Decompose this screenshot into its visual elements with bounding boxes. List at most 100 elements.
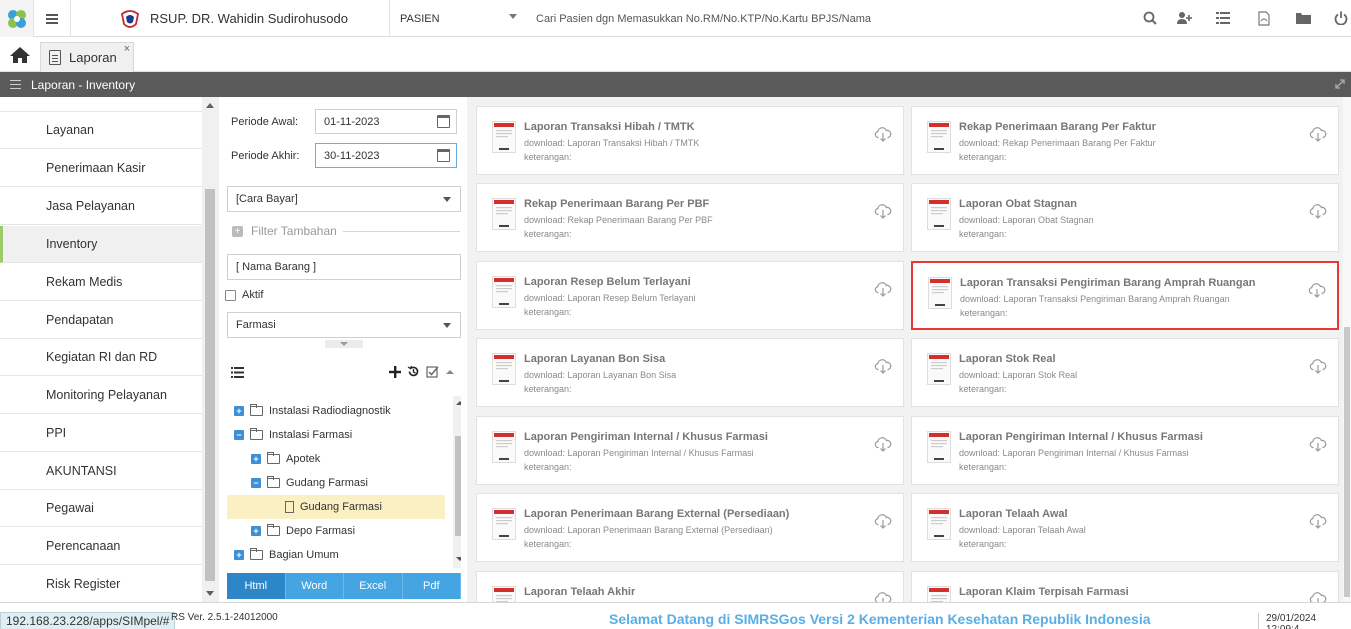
calendar-icon[interactable] bbox=[437, 115, 450, 128]
tree-item-gudang-farmasi[interactable]: Gudang Farmasi bbox=[227, 495, 445, 519]
export-html-button[interactable]: Html bbox=[227, 573, 286, 599]
sidebar-item-kegiatan-ri-rd[interactable]: Kegiatan RI dan RD bbox=[0, 339, 202, 376]
expand-icon[interactable] bbox=[1335, 79, 1345, 89]
aktif-checkbox-row[interactable]: Aktif bbox=[225, 289, 263, 301]
report-card[interactable]: Laporan Obat Stagnan download: Laporan Ob… bbox=[911, 183, 1339, 252]
scroll-up-icon[interactable] bbox=[453, 398, 461, 408]
scroll-down-icon[interactable] bbox=[453, 554, 461, 564]
cara-bayar-select[interactable]: [Cara Bayar] bbox=[227, 186, 461, 212]
unit-select[interactable]: Farmasi bbox=[227, 312, 461, 338]
collapse-icon[interactable]: − bbox=[234, 430, 244, 440]
sidebar-scrollbar[interactable] bbox=[202, 97, 219, 602]
sidebar-item-akuntansi[interactable]: AKUNTANSI bbox=[0, 453, 202, 490]
filter-tambahan-toggle[interactable]: + Filter Tambahan bbox=[232, 223, 460, 239]
report-title[interactable]: Rekap Penerimaan Barang Per Faktur bbox=[959, 121, 1156, 133]
search-icon[interactable] bbox=[1142, 10, 1158, 26]
cloud-download-icon[interactable] bbox=[1308, 281, 1326, 299]
add-icon[interactable] bbox=[389, 365, 401, 378]
report-title[interactable]: Laporan Obat Stagnan bbox=[959, 198, 1077, 210]
tree-scrollbar[interactable] bbox=[453, 396, 461, 568]
report-title[interactable]: Laporan Penerimaan Barang External (Pers… bbox=[524, 508, 789, 520]
report-title[interactable]: Laporan Transaksi Pengiriman Barang Ampr… bbox=[960, 277, 1255, 289]
report-title[interactable]: Laporan Transaksi Hibah / TMTK bbox=[524, 121, 695, 133]
sidebar-item-jasa-pelayanan[interactable]: Jasa Pelayanan bbox=[0, 188, 202, 225]
scroll-up-icon[interactable] bbox=[206, 103, 214, 108]
cloud-download-icon[interactable] bbox=[1309, 125, 1327, 143]
scroll-down-icon[interactable] bbox=[206, 591, 214, 596]
collapse-handle[interactable] bbox=[325, 340, 363, 348]
tab-laporan[interactable]: Laporan × bbox=[40, 42, 134, 72]
sidebar-item-rekam-medis[interactable]: Rekam Medis bbox=[0, 264, 202, 301]
tree-item-apotek[interactable]: + Apotek bbox=[227, 447, 445, 471]
report-title[interactable]: Laporan Pengiriman Internal / Khusus Far… bbox=[524, 431, 768, 443]
expand-icon[interactable]: + bbox=[251, 454, 261, 464]
scrollbar-thumb[interactable] bbox=[1344, 327, 1350, 597]
hamburger-icon[interactable] bbox=[10, 80, 21, 89]
check-square-icon[interactable] bbox=[426, 365, 439, 378]
nama-barang-input[interactable]: [ Nama Barang ] bbox=[227, 254, 461, 280]
tree-item-bagian-umum[interactable]: + Bagian Umum bbox=[227, 543, 445, 567]
sidebar-item-layanan[interactable]: Layanan bbox=[0, 112, 202, 149]
report-title[interactable]: Laporan Layanan Bon Sisa bbox=[524, 353, 665, 365]
report-title[interactable]: Laporan Klaim Terpisah Farmasi bbox=[959, 586, 1129, 598]
tree-item-instalasi-radiodiagnostik[interactable]: + Instalasi Radiodiagnostik bbox=[227, 399, 445, 423]
sidebar-item-prev[interactable] bbox=[0, 97, 202, 112]
patient-search-input[interactable] bbox=[530, 0, 1090, 37]
aktif-checkbox[interactable] bbox=[225, 289, 236, 301]
tree-item-instalasi-farmasi[interactable]: − Instalasi Farmasi bbox=[227, 423, 445, 447]
app-logo[interactable] bbox=[0, 0, 33, 37]
report-card[interactable]: Laporan Klaim Terpisah Farmasi bbox=[911, 571, 1339, 602]
list-icon[interactable] bbox=[1215, 10, 1231, 26]
report-card[interactable]: Laporan Layanan Bon Sisa download: Lapora… bbox=[476, 338, 904, 407]
sidebar-item-penerimaan-kasir[interactable]: Penerimaan Kasir bbox=[0, 150, 202, 187]
expand-icon[interactable]: + bbox=[234, 550, 244, 560]
pdf-icon[interactable] bbox=[1256, 10, 1272, 26]
periode-awal-input[interactable]: 01-11-2023 bbox=[315, 109, 457, 134]
report-card[interactable]: Laporan Telaah Awal download: Laporan Tel… bbox=[911, 493, 1339, 562]
list-icon[interactable] bbox=[231, 367, 244, 378]
tree-item-gudang-farmasi-group[interactable]: − Gudang Farmasi bbox=[227, 471, 445, 495]
export-word-button[interactable]: Word bbox=[285, 573, 344, 599]
patient-mode-select[interactable]: PASIEN bbox=[391, 0, 526, 37]
report-title[interactable]: Laporan Stok Real bbox=[959, 353, 1056, 365]
export-excel-button[interactable]: Excel bbox=[344, 573, 403, 599]
export-pdf-button[interactable]: Pdf bbox=[402, 573, 461, 599]
cloud-download-icon[interactable] bbox=[1309, 435, 1327, 453]
cloud-download-icon[interactable] bbox=[874, 280, 892, 298]
cloud-download-icon[interactable] bbox=[874, 357, 892, 375]
cloud-download-icon[interactable] bbox=[874, 435, 892, 453]
report-card[interactable]: Rekap Penerimaan Barang Per PBF download:… bbox=[476, 183, 904, 252]
chevron-up-icon[interactable] bbox=[445, 368, 455, 376]
report-card[interactable]: Rekap Penerimaan Barang Per Faktur downlo… bbox=[911, 106, 1339, 175]
cloud-download-icon[interactable] bbox=[1309, 512, 1327, 530]
folder-icon[interactable] bbox=[1295, 10, 1311, 26]
report-card[interactable]: Laporan Penerimaan Barang External (Pers… bbox=[476, 493, 904, 562]
history-icon[interactable] bbox=[407, 365, 420, 378]
report-title[interactable]: Laporan Telaah Akhir bbox=[524, 586, 635, 598]
tree-item-depo-farmasi[interactable]: + Depo Farmasi bbox=[227, 519, 445, 543]
home-icon[interactable] bbox=[9, 46, 31, 64]
report-title[interactable]: Laporan Resep Belum Terlayani bbox=[524, 276, 691, 288]
expand-icon[interactable]: + bbox=[234, 406, 244, 416]
cloud-download-icon[interactable] bbox=[874, 590, 892, 602]
report-card[interactable]: Laporan Pengiriman Internal / Khusus Far… bbox=[476, 416, 904, 485]
sidebar-item-perencanaan[interactable]: Perencanaan bbox=[0, 528, 202, 565]
sidebar-item-pegawai[interactable]: Pegawai bbox=[0, 490, 202, 527]
sidebar-item-ppi[interactable]: PPI bbox=[0, 415, 202, 452]
report-card[interactable]: Laporan Stok Real download: Laporan Stok … bbox=[911, 338, 1339, 407]
collapse-icon[interactable]: − bbox=[251, 478, 261, 488]
power-icon[interactable] bbox=[1333, 10, 1349, 26]
periode-akhir-input[interactable]: 30-11-2023 bbox=[315, 143, 457, 168]
report-title[interactable]: Laporan Pengiriman Internal / Khusus Far… bbox=[959, 431, 1203, 443]
expand-icon[interactable]: + bbox=[251, 526, 261, 536]
sidebar-item-pendapatan[interactable]: Pendapatan bbox=[0, 302, 202, 339]
report-card[interactable]: Laporan Telaah Akhir bbox=[476, 571, 904, 602]
add-user-icon[interactable] bbox=[1176, 10, 1192, 26]
scrollbar-thumb[interactable] bbox=[455, 436, 461, 536]
sidebar-item-risk-register[interactable]: Risk Register bbox=[0, 566, 202, 602]
cloud-download-icon[interactable] bbox=[874, 125, 892, 143]
menu-toggle-button[interactable] bbox=[33, 0, 71, 37]
report-card[interactable]: Laporan Pengiriman Internal / Khusus Far… bbox=[911, 416, 1339, 485]
sidebar-item-inventory[interactable]: Inventory bbox=[0, 226, 202, 263]
report-card[interactable]: Laporan Transaksi Hibah / TMTK download: … bbox=[476, 106, 904, 175]
